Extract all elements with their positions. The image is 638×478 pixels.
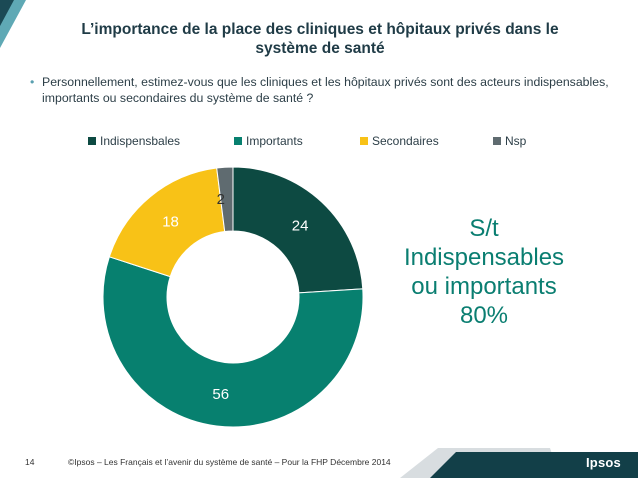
footer-band [400, 448, 638, 478]
page-number: 14 [25, 457, 35, 467]
ipsos-logo: Ipsos [586, 455, 621, 470]
footer-copyright: ©Ipsos – Les Français et l’avenir du sys… [68, 457, 391, 467]
